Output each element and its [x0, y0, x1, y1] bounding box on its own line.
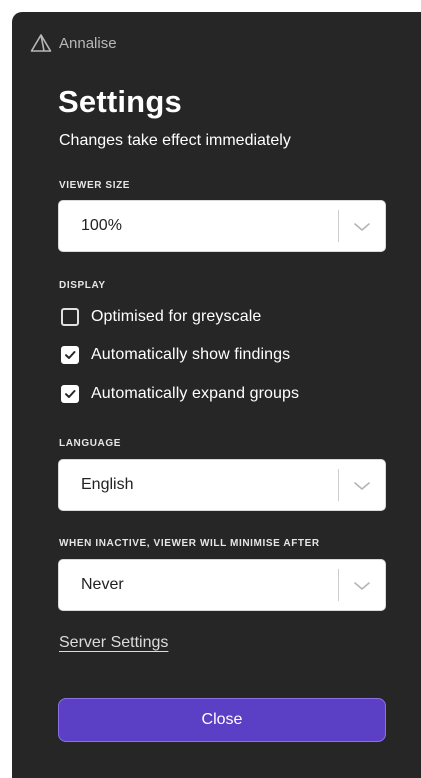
select-divider [338, 469, 339, 501]
page-subtitle: Changes take effect immediately [59, 132, 291, 149]
checkbox-auto-show-findings[interactable]: Automatically show findings [61, 344, 290, 366]
inactive-minimise-label: WHEN INACTIVE, VIEWER WILL MINIMISE AFTE… [59, 538, 320, 549]
checkbox-checked-icon[interactable] [61, 346, 79, 364]
language-select[interactable]: English [58, 459, 386, 511]
close-button[interactable]: Close [58, 698, 386, 742]
checkbox-auto-expand-groups[interactable]: Automatically expand groups [61, 383, 299, 405]
language-value: English [81, 476, 134, 493]
chevron-down-icon[interactable] [353, 479, 371, 491]
checkbox-label: Automatically show findings [91, 346, 291, 363]
viewer-size-value: 100% [81, 217, 122, 234]
server-settings-link[interactable]: Server Settings [59, 634, 168, 652]
viewer-size-select[interactable]: 100% [58, 200, 386, 252]
inactive-minimise-select[interactable]: Never [58, 559, 386, 611]
checkbox-unchecked-icon[interactable] [61, 308, 79, 326]
chevron-down-icon[interactable] [353, 579, 371, 591]
checkbox-label: Automatically expand groups [91, 385, 300, 402]
inactive-minimise-value: Never [81, 576, 124, 593]
settings-panel: Annalise Settings Changes take effect im… [12, 12, 421, 778]
select-divider [338, 569, 339, 601]
checkbox-checked-icon[interactable] [61, 385, 79, 403]
page-title: Settings [58, 84, 182, 119]
checkbox-optimised-greyscale[interactable]: Optimised for greyscale [61, 306, 261, 328]
chevron-down-icon[interactable] [353, 220, 371, 232]
language-label: LANGUAGE [59, 438, 122, 449]
viewer-size-label: VIEWER SIZE [59, 180, 131, 191]
brand-name: Annalise [59, 34, 117, 52]
select-divider [338, 210, 339, 242]
annalise-logo-icon [30, 33, 52, 53]
checkbox-label: Optimised for greyscale [91, 308, 262, 325]
display-label: DISPLAY [59, 280, 106, 291]
brand-header: Annalise [30, 32, 117, 54]
